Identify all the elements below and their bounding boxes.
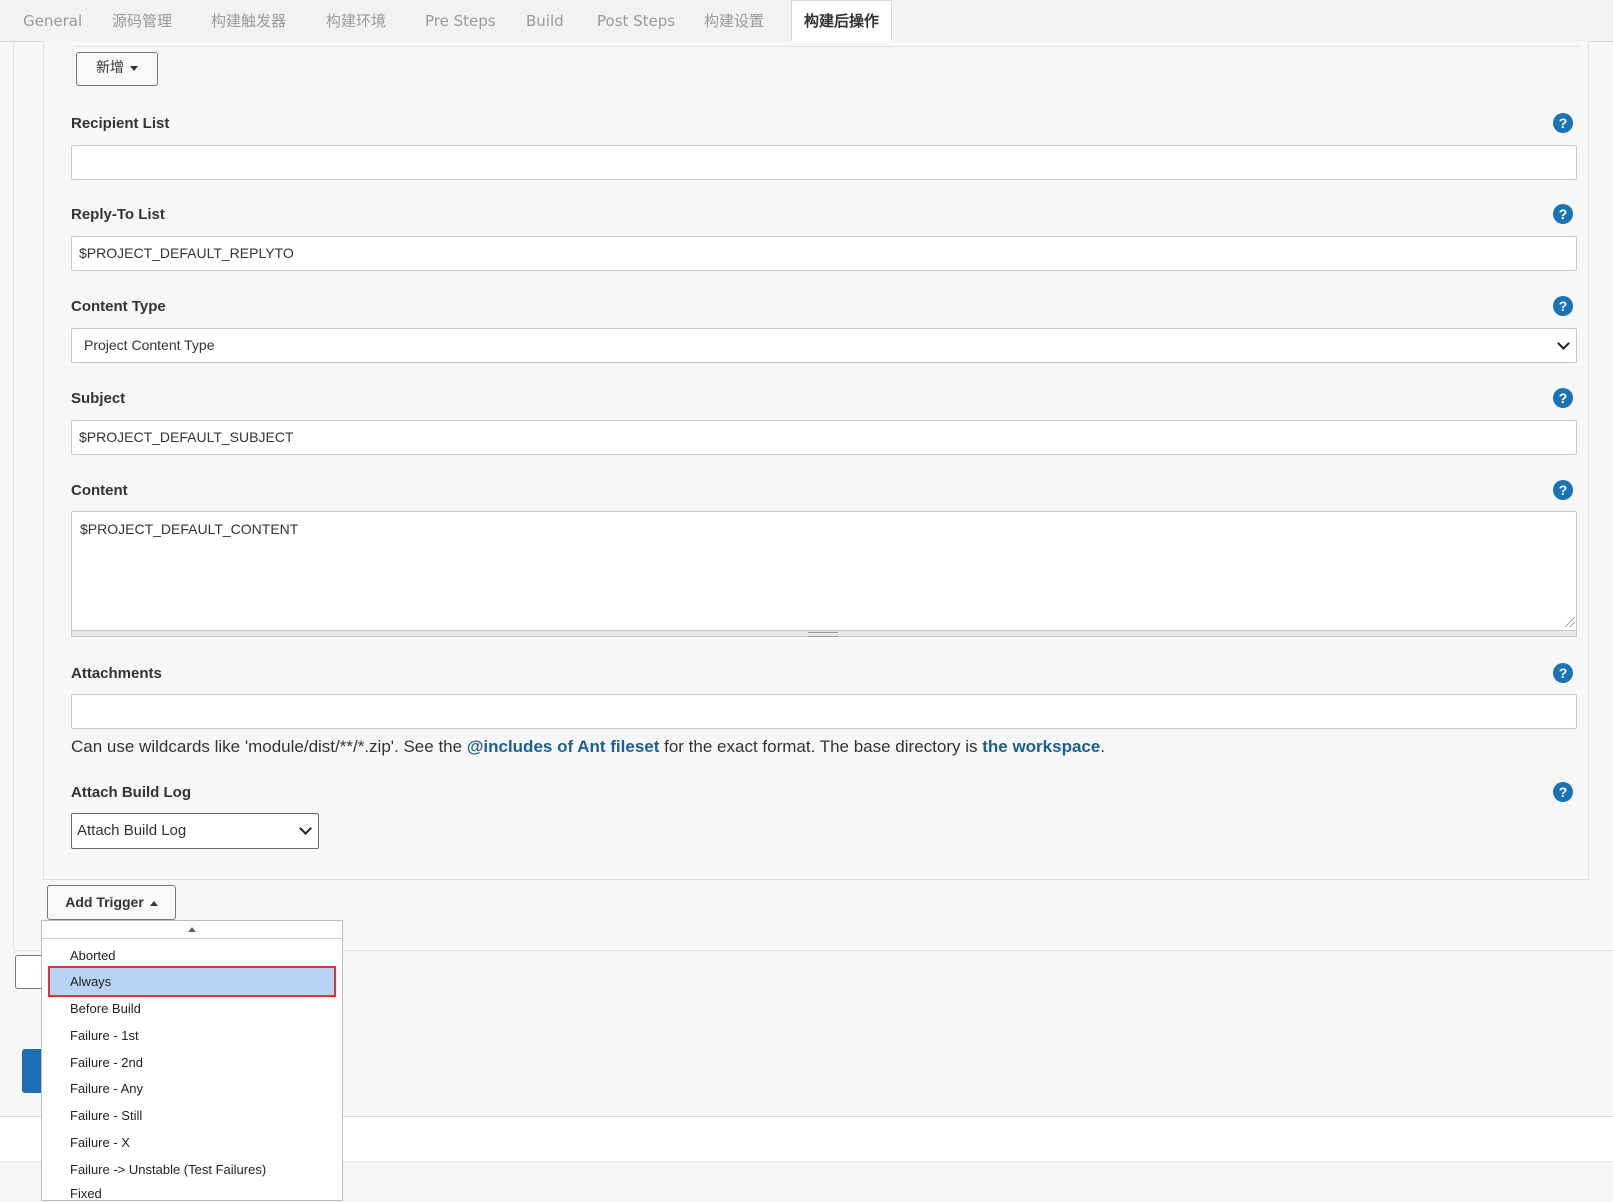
config-tab-bar: General 源码管理 构建触发器 构建环境 Pre Steps Build … [0, 0, 1613, 42]
reply-to-list-label: Reply-To List [71, 206, 165, 223]
help-icon[interactable]: ? [1553, 782, 1573, 802]
attach-build-log-label: Attach Build Log [71, 784, 191, 801]
menu-item[interactable]: Failure -> Unstable (Test Failures) [50, 1156, 334, 1183]
tab-build-environment[interactable]: 构建环境 [326, 0, 386, 41]
caret-down-icon [130, 65, 138, 71]
workspace-link[interactable]: the workspace [982, 737, 1100, 756]
menu-item[interactable]: Before Build [50, 995, 334, 1022]
hint-prefix: Can use wildcards like 'module/dist/**/*… [71, 737, 467, 756]
menu-item[interactable]: Failure - 2nd [50, 1049, 334, 1076]
attachments-hint: Can use wildcards like 'module/dist/**/*… [71, 737, 1105, 757]
caret-up-icon [149, 900, 158, 906]
subject-label: Subject [71, 390, 126, 407]
add-trigger-label: Add Trigger [65, 894, 144, 910]
content-type-label: Content Type [71, 298, 166, 315]
outer-section-border [13, 41, 14, 951]
tab-post-steps[interactable]: Post Steps [597, 0, 675, 41]
tab-post-build-actions[interactable]: 构建后操作 [791, 0, 893, 41]
menu-item[interactable]: Aborted [50, 942, 334, 969]
menu-item[interactable]: Fixed [50, 1183, 334, 1200]
menu-item[interactable]: Failure - 1st [50, 1022, 334, 1049]
content-type-value: Project Content Type [84, 337, 215, 353]
content-type-select[interactable]: Project Content Type [71, 328, 1577, 363]
trigger-dropdown-menu: Aborted Always Before Build Failure - 1s… [41, 920, 343, 1201]
hidden-add-step-button[interactable] [15, 955, 43, 989]
subject-input[interactable]: $PROJECT_DEFAULT_SUBJECT [71, 420, 1577, 455]
chevron-down-icon [299, 822, 312, 835]
attachments-label: Attachments [71, 665, 162, 682]
hint-middle: for the exact format. The base directory… [659, 737, 983, 756]
help-icon[interactable]: ? [1553, 296, 1573, 316]
chevron-down-icon [1557, 337, 1570, 350]
add-new-label: 新增 [96, 60, 124, 76]
tab-build[interactable]: Build [526, 0, 564, 41]
add-trigger-button[interactable]: Add Trigger [47, 885, 176, 920]
help-icon[interactable]: ? [1553, 113, 1573, 133]
resize-corner-icon[interactable] [1565, 617, 1575, 627]
tab-build-triggers[interactable]: 构建触发器 [211, 0, 286, 41]
content-textarea[interactable]: $PROJECT_DEFAULT_CONTENT [71, 511, 1577, 637]
tab-pre-steps[interactable]: Pre Steps [425, 0, 496, 41]
tab-source-management[interactable]: 源码管理 [112, 0, 172, 41]
content-label: Content [71, 482, 128, 499]
tab-build-settings[interactable]: 构建设置 [704, 0, 764, 41]
ant-fileset-link[interactable]: @includes of Ant fileset [467, 737, 660, 756]
save-button[interactable] [22, 1049, 42, 1093]
scroll-up-arrow-icon [188, 927, 196, 932]
reply-to-list-input[interactable]: $PROJECT_DEFAULT_REPLYTO [71, 236, 1577, 271]
previous-field-edge [74, 46, 1579, 47]
menu-item[interactable]: Failure - Still [50, 1102, 334, 1129]
attach-build-log-select[interactable]: Attach Build Log [71, 813, 319, 849]
recipient-list-input[interactable] [71, 145, 1577, 180]
attach-build-log-value: Attach Build Log [77, 822, 187, 839]
menu-item[interactable]: Failure - X [50, 1129, 334, 1156]
recipient-list-label: Recipient List [71, 115, 170, 132]
add-new-button[interactable]: 新增 [76, 52, 158, 86]
attachments-input[interactable] [71, 694, 1577, 729]
menu-item[interactable]: Failure - Any [50, 1075, 334, 1102]
menu-item-selected[interactable]: Always [48, 966, 336, 997]
menu-scroll-up[interactable] [42, 921, 342, 939]
help-icon[interactable]: ? [1553, 663, 1573, 683]
tab-general[interactable]: General [23, 0, 82, 41]
help-icon[interactable]: ? [1553, 204, 1573, 224]
help-icon[interactable]: ? [1553, 480, 1573, 500]
resize-grip-icon [808, 632, 838, 637]
help-icon[interactable]: ? [1553, 388, 1573, 408]
hint-suffix: . [1100, 737, 1106, 756]
